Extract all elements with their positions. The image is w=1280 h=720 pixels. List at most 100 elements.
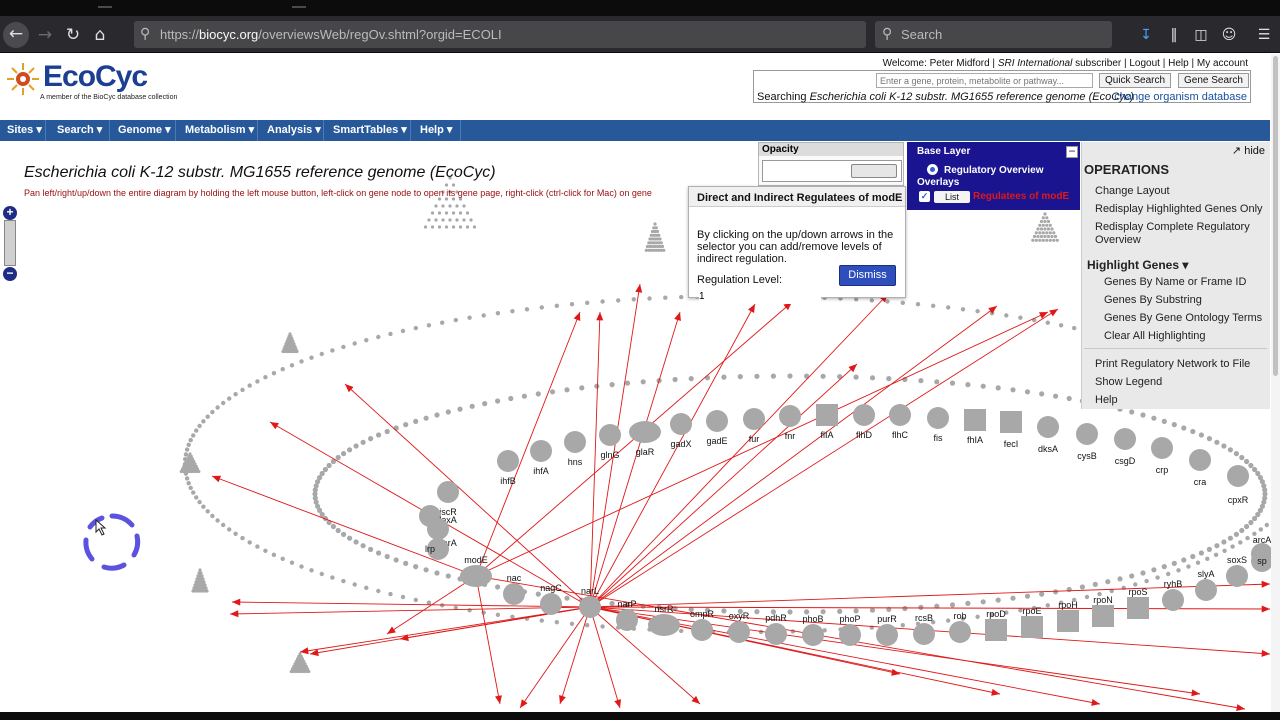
peripheral-gene-dot[interactable] — [462, 204, 466, 208]
scrollbar-thumb[interactable] — [1273, 56, 1278, 376]
outer-gene-dot[interactable] — [915, 302, 921, 307]
inner-gene-dot[interactable] — [1244, 523, 1250, 530]
peripheral-gene-dot[interactable] — [657, 233, 661, 237]
outer-gene-dot[interactable] — [1045, 320, 1051, 325]
inner-gene-dot[interactable] — [1092, 581, 1098, 588]
outer-gene-dot[interactable] — [413, 597, 418, 603]
outer-gene-dot[interactable] — [319, 571, 324, 577]
outer-gene-dot[interactable] — [1004, 313, 1009, 318]
outer-gene-dot[interactable] — [194, 428, 199, 433]
outer-gene-dot[interactable] — [413, 325, 418, 331]
outer-gene-dot[interactable] — [186, 481, 191, 486]
inner-gene-dot[interactable] — [1117, 576, 1123, 582]
outer-gene-dot[interactable] — [616, 298, 621, 303]
inner-gene-dot[interactable] — [347, 535, 353, 541]
outer-gene-dot[interactable] — [184, 476, 190, 481]
peripheral-gene-dot[interactable] — [1031, 238, 1035, 242]
tf-node-rpoH[interactable] — [1057, 610, 1079, 632]
peripheral-gene-dot[interactable] — [1045, 216, 1049, 220]
opacity-slider-thumb[interactable] — [851, 164, 897, 178]
tf-node-nsrR[interactable] — [648, 614, 680, 636]
peripheral-gene-dot[interactable] — [1046, 219, 1051, 224]
inner-gene-dot[interactable] — [335, 454, 341, 461]
inner-gene-dot[interactable] — [721, 608, 727, 614]
help-link[interactable]: Help — [1168, 58, 1189, 69]
inner-gene-dot[interactable] — [549, 389, 556, 395]
peripheral-gene-dot[interactable] — [444, 225, 449, 229]
outer-gene-dot[interactable] — [467, 608, 472, 613]
peripheral-gene-dot[interactable] — [455, 218, 459, 222]
tf-node-modE[interactable] — [460, 565, 492, 587]
tf-node-phoP[interactable] — [839, 624, 861, 646]
outer-gene-dot[interactable] — [647, 296, 652, 301]
browser-search-field[interactable]: ⚲ Search — [875, 21, 1112, 48]
outer-gene-dot[interactable] — [191, 490, 196, 495]
peripheral-gene-dot[interactable] — [1043, 212, 1047, 216]
outer-gene-dot[interactable] — [885, 299, 890, 304]
peripheral-gene-dot[interactable] — [199, 571, 203, 575]
inner-gene-dot[interactable] — [335, 527, 341, 534]
tf-node-ihfB[interactable] — [497, 450, 519, 472]
peripheral-gene-dot[interactable] — [1048, 223, 1052, 227]
inner-gene-dot[interactable] — [594, 383, 600, 389]
peripheral-gene-dot[interactable] — [660, 244, 665, 249]
tf-node-pdhR[interactable] — [765, 623, 787, 645]
inner-gene-dot[interactable] — [1151, 415, 1157, 421]
inner-gene-dot[interactable] — [853, 374, 859, 380]
outer-gene-dot[interactable] — [364, 585, 369, 590]
inner-gene-dot[interactable] — [445, 573, 451, 579]
outer-gene-dot[interactable] — [900, 300, 905, 305]
zoom-slider[interactable] — [4, 220, 16, 266]
peripheral-gene-dot[interactable] — [1052, 231, 1056, 235]
tf-node-rpoS[interactable] — [1127, 597, 1149, 619]
inner-gene-dot[interactable] — [1248, 519, 1254, 526]
zoom-in-icon[interactable]: + — [3, 206, 17, 220]
op-print-network[interactable]: Print Regulatory Network to File — [1095, 358, 1265, 371]
hide-panel-link[interactable]: ↗ hide — [1232, 144, 1265, 157]
regulation-level-stepper[interactable] — [699, 289, 821, 304]
inner-gene-dot[interactable] — [1198, 432, 1204, 438]
inner-gene-dot[interactable] — [1105, 579, 1111, 585]
inner-gene-dot[interactable] — [609, 382, 615, 388]
tf-node-oxyR[interactable] — [728, 621, 750, 643]
outer-gene-dot[interactable] — [364, 338, 369, 343]
outer-gene-dot[interactable] — [210, 513, 215, 519]
tab-indicator[interactable] — [98, 6, 112, 8]
inner-gene-dot[interactable] — [353, 539, 359, 545]
tf-node-rob[interactable] — [949, 621, 971, 643]
opacity-slider[interactable] — [762, 160, 902, 182]
inner-gene-dot[interactable] — [704, 375, 711, 381]
inner-gene-dot[interactable] — [1079, 584, 1085, 590]
outer-gene-dot[interactable] — [453, 317, 458, 323]
my-account-link[interactable]: My account — [1197, 58, 1248, 69]
peripheral-gene-dot[interactable] — [200, 574, 204, 578]
tf-node-gadX[interactable] — [670, 413, 692, 435]
peripheral-gene-dot[interactable] — [202, 580, 206, 584]
inner-gene-dot[interactable] — [1140, 570, 1146, 576]
outer-gene-dot[interactable] — [946, 618, 951, 623]
peripheral-gene-dot[interactable] — [198, 568, 202, 572]
tf-node-soxS[interactable] — [1226, 565, 1248, 587]
home-icon[interactable]: ⌂ — [88, 23, 112, 47]
overlay-checkbox[interactable]: ✓ — [919, 191, 930, 202]
outer-gene-dot[interactable] — [201, 504, 206, 509]
nav-analysis[interactable]: Analysis ▾ — [260, 120, 324, 141]
peripheral-gene-dot[interactable] — [1046, 227, 1051, 231]
nav-smarttables[interactable]: SmartTables ▾ — [326, 120, 411, 141]
peripheral-gene-dot[interactable] — [441, 204, 445, 208]
change-organism-link[interactable]: change organism database — [1114, 91, 1247, 103]
inner-gene-dot[interactable] — [1053, 393, 1059, 399]
inner-gene-dot[interactable] — [521, 393, 528, 399]
peripheral-gene-dot[interactable] — [1048, 238, 1052, 242]
outer-gene-dot[interactable] — [1058, 323, 1064, 328]
peripheral-gene-dot[interactable] — [1045, 231, 1049, 235]
outer-gene-dot[interactable] — [289, 363, 295, 368]
zoom-out-icon[interactable]: − — [3, 267, 17, 281]
inner-gene-dot[interactable] — [869, 607, 876, 613]
outer-gene-dot[interactable] — [1166, 571, 1171, 577]
outer-gene-dot[interactable] — [1018, 315, 1023, 320]
regulatory-overview-radio[interactable] — [927, 164, 938, 175]
dismiss-button[interactable]: Dismiss — [839, 265, 896, 286]
tf-node-glnG[interactable] — [599, 424, 621, 446]
tf-node-dksA[interactable] — [1037, 416, 1059, 438]
